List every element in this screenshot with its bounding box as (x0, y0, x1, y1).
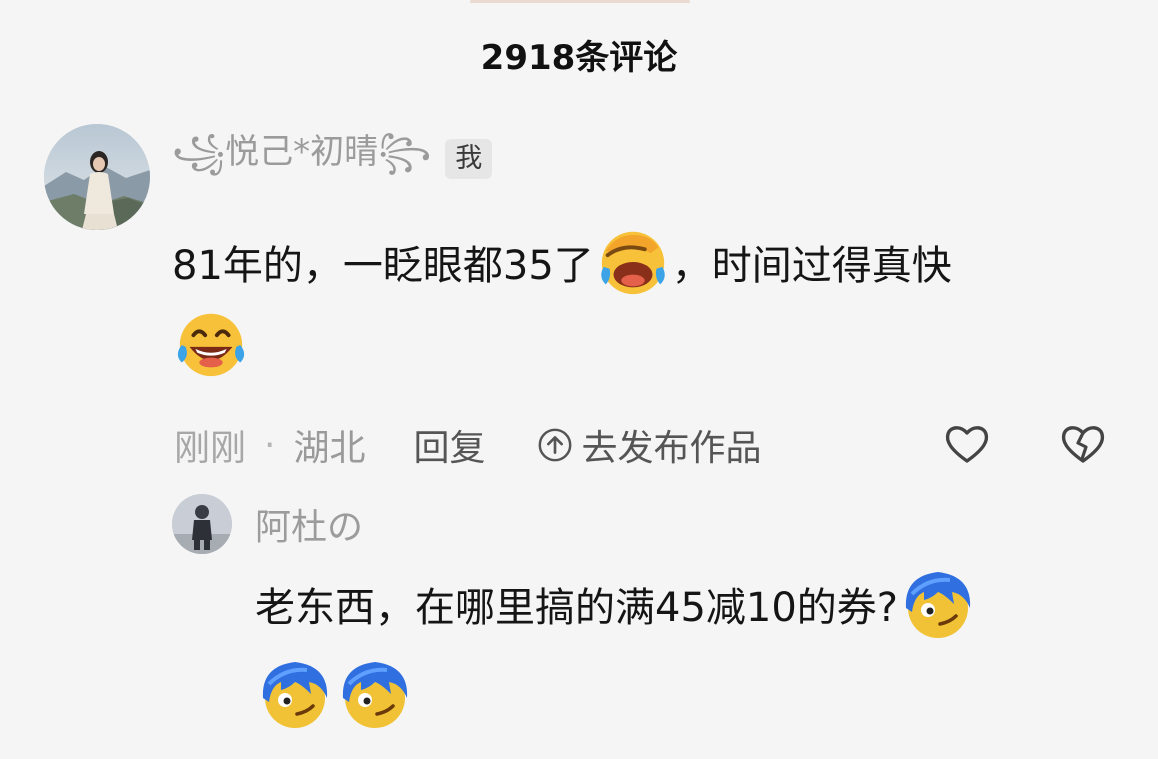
meta-separator: · (264, 424, 276, 466)
heart-icon[interactable] (942, 419, 992, 469)
username[interactable]: ꧁悦己*初晴꧂ (172, 124, 431, 195)
drag-handle[interactable] (470, 0, 690, 3)
avatar[interactable] (44, 124, 150, 230)
comment-panel: 2918条评论 ꧁悦己*初晴꧂ 我 81年的，一眨眼都35了 ，时间过得真快 刚… (0, 0, 1158, 759)
comment-text-part2: ，时间过得真快 (671, 243, 952, 289)
blue-hair-smirk-icon (342, 662, 408, 728)
upload-arrow-icon (538, 428, 571, 462)
blue-hair-smirk-icon (262, 662, 328, 728)
comment-location: 湖北 (293, 428, 366, 469)
comment-text-part1: 81年的，一眨眼都35了 (172, 243, 594, 289)
reply-text: 老东西，在哪里搞的满45减10的券? (255, 585, 899, 631)
comment-time: 刚刚 (174, 428, 247, 469)
reply-avatar-image (172, 494, 232, 554)
comment-author: ꧁悦己*初晴꧂ 我 (172, 132, 493, 184)
reply-username[interactable]: 阿杜の (255, 498, 363, 550)
blue-hair-smirk-icon (905, 572, 971, 638)
comment-body: 81年的，一眨眼都35了 ，时间过得真快 (172, 226, 1132, 386)
publish-work-label: 去发布作品 (581, 428, 762, 469)
comment-count-title: 2918条评论 (480, 38, 678, 78)
reply-avatar[interactable] (172, 494, 232, 554)
laughing-tears-icon (177, 313, 245, 377)
reply-body: 老东西，在哪里搞的满45减10的券? (255, 563, 1135, 743)
avatar-image (44, 124, 150, 230)
facepalm-laugh-icon (601, 231, 665, 295)
reply-button[interactable]: 回复 (413, 419, 485, 471)
publish-work-button[interactable]: 去发布作品 (536, 419, 762, 471)
broken-heart-icon[interactable] (1058, 419, 1108, 469)
me-badge: 我 (445, 139, 493, 179)
